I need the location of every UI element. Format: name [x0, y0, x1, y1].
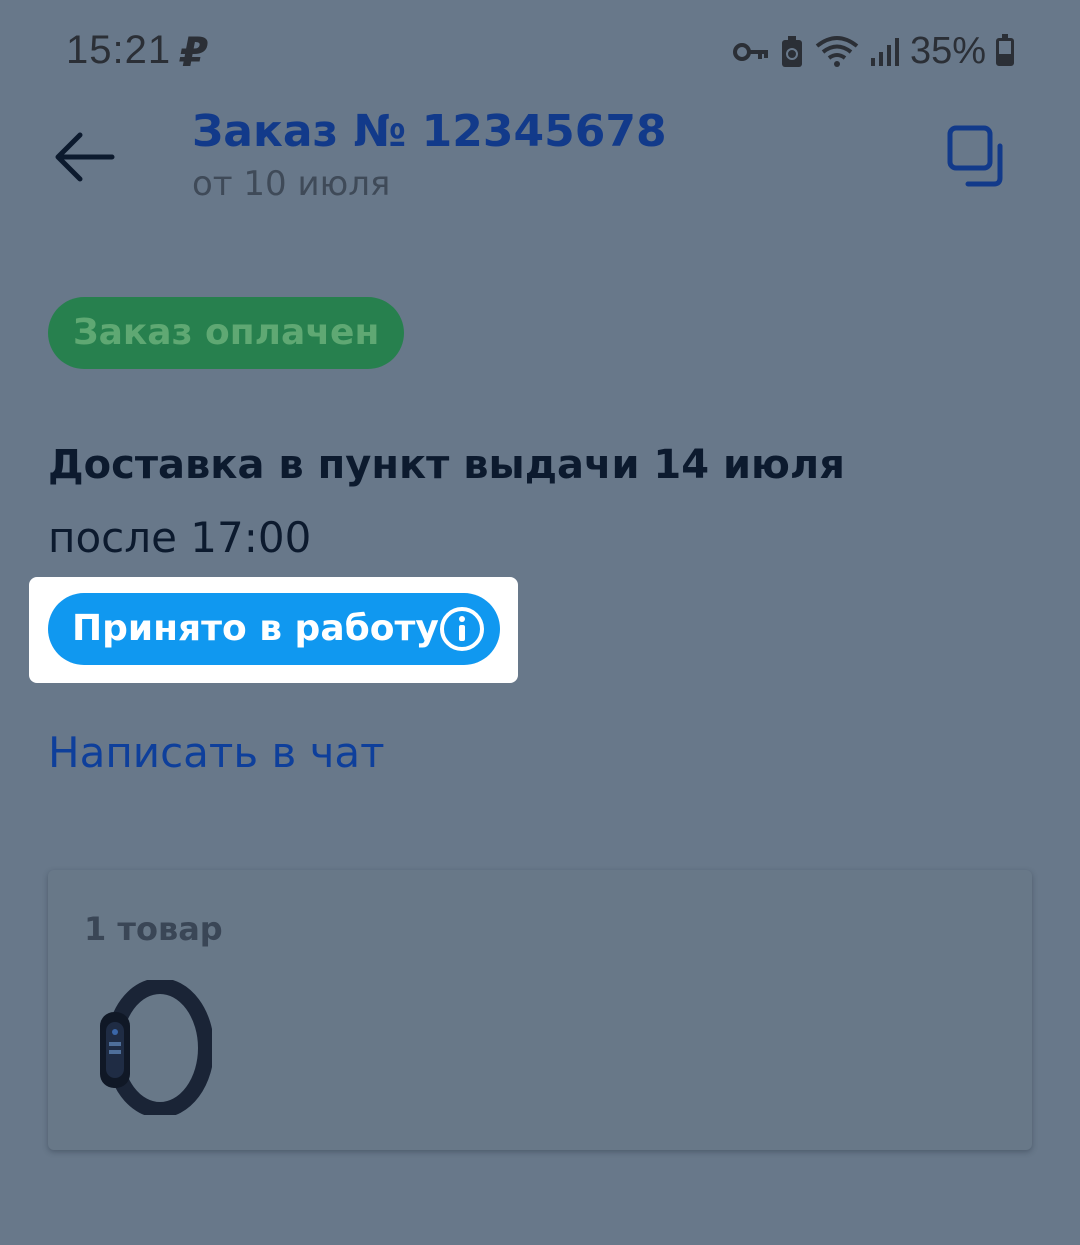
fitness-band-image[interactable] [92, 980, 212, 1115]
items-card[interactable]: 1 товар [48, 870, 1032, 1150]
battery-saver-icon [781, 35, 802, 67]
work-status-label: Принято в работу [72, 608, 439, 649]
ruble-p-icon: ₽ [180, 30, 208, 76]
payment-status-badge: Заказ оплачен [48, 297, 405, 369]
delivery-info: Доставка в пункт выдачи 14 июля [48, 442, 845, 488]
wifi-icon [815, 35, 859, 67]
delivery-time: после 17:00 [48, 513, 312, 562]
status-time: 15:21 [66, 28, 172, 72]
back-arrow-icon[interactable] [50, 122, 120, 192]
signal-icon [870, 37, 899, 66]
chat-link[interactable]: Написать в чат [48, 728, 385, 777]
items-count: 1 товар [84, 910, 223, 948]
battery-percent: 35% [909, 30, 986, 72]
key-icon [732, 42, 768, 61]
page-title: Заказ № 12345678 [192, 106, 667, 157]
status-bar: 15:21 ₽ 35% [0, 0, 1080, 100]
work-status-button[interactable]: Принято в работу [48, 593, 500, 665]
order-date: от 10 июля [192, 164, 391, 204]
copy-icon[interactable] [944, 122, 1014, 192]
status-icons: 35% [732, 30, 1014, 73]
battery-icon [996, 33, 1014, 66]
info-icon[interactable] [438, 605, 486, 653]
app-header: Заказ № 12345678 от 10 июля [0, 100, 1080, 220]
